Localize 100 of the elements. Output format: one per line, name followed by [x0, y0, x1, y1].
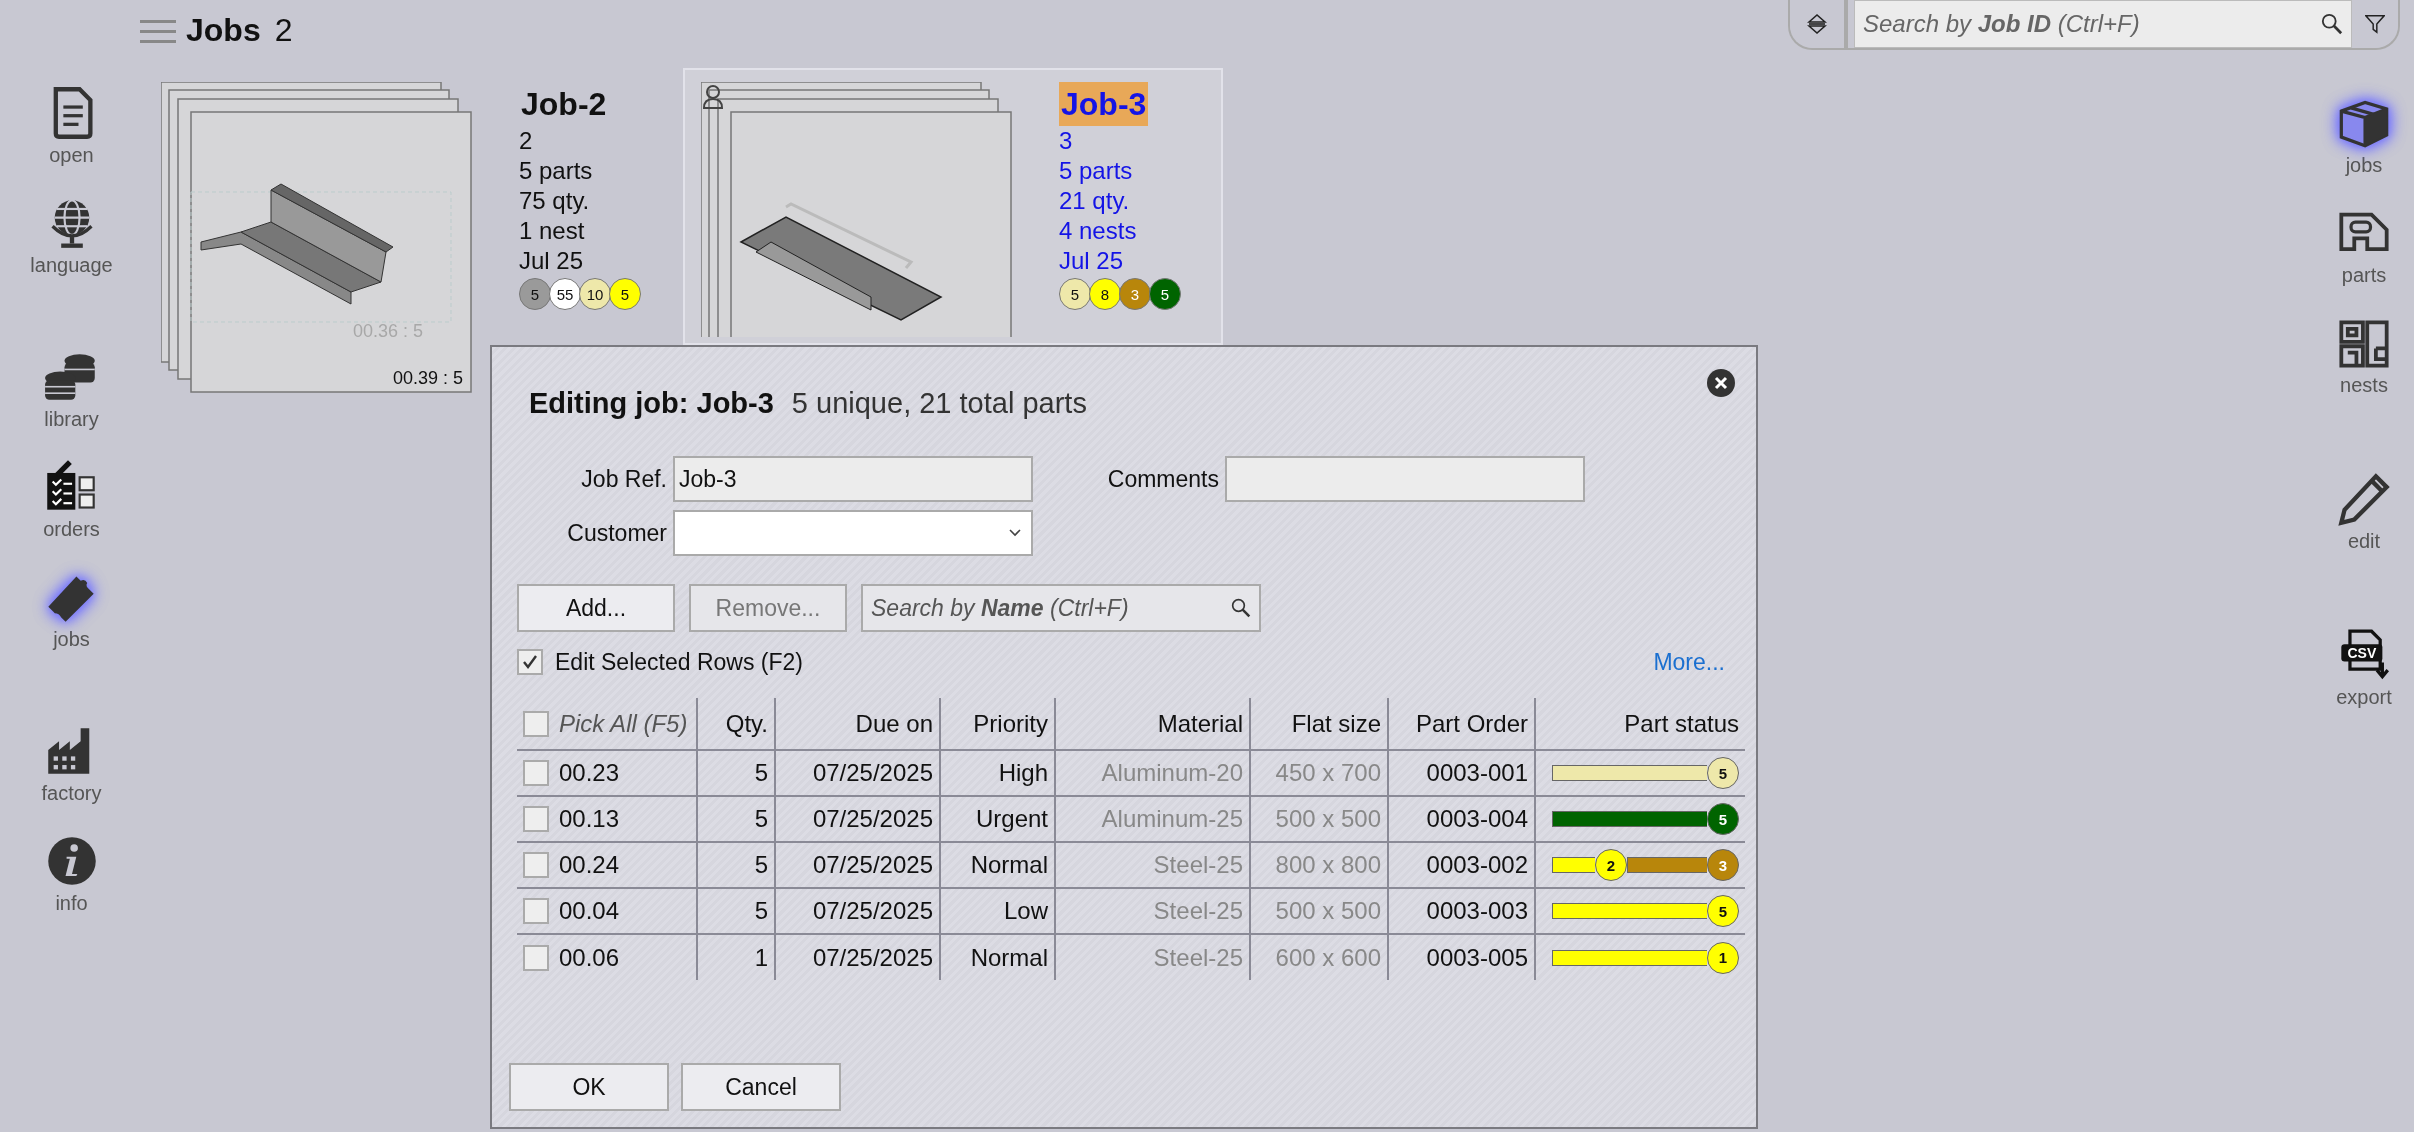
table-cell: 5 [754, 851, 768, 878]
nests-count: 4 nests [1059, 216, 1137, 246]
column-header[interactable]: Qty. [725, 709, 768, 737]
table-cell: 00.13 [559, 805, 620, 833]
status-count: 5 [519, 278, 551, 310]
job-title: Job-3 [1059, 82, 1149, 126]
table-cell: 500 x 500 [1275, 805, 1381, 832]
nav-label: jobs [53, 628, 90, 651]
table-cell: Low [1003, 897, 1048, 924]
caret-icon [1009, 529, 1021, 537]
table-cell: 00.24 [559, 851, 620, 879]
table-cell: 07/25/2025 [812, 759, 933, 786]
column-header[interactable]: Due on [855, 709, 933, 737]
table-cell: 500 x 500 [1275, 897, 1381, 924]
add-button[interactable]: Add... [517, 584, 675, 632]
table-cell: 07/25/2025 [812, 943, 933, 971]
checkbox[interactable] [523, 898, 549, 924]
parts-count: 5 parts [1059, 156, 1133, 186]
table-cell: Steel-25 [1153, 897, 1243, 924]
column-header[interactable]: Part Order [1415, 709, 1528, 737]
column-header[interactable]: Part status [1624, 709, 1739, 737]
table-cell: 0003-005 [1426, 943, 1528, 971]
table-cell: Aluminum-20 [1101, 759, 1243, 786]
status-count: 3 [1119, 278, 1151, 310]
page-title: Jobs [186, 12, 261, 49]
status-count: 5 [1707, 757, 1739, 789]
close-icon [1706, 368, 1736, 398]
sheet-label: 00.39 : 5 [392, 368, 463, 388]
column-header[interactable]: Pick All (F5) [559, 709, 688, 738]
nav-label: edit [2347, 530, 2381, 553]
quantity: 21 qty. [1059, 186, 1130, 216]
table-cell: 0003-003 [1426, 897, 1528, 924]
ok-button[interactable]: OK [509, 1063, 669, 1111]
comments-field[interactable] [1225, 456, 1585, 502]
cancel-button[interactable]: Cancel [681, 1063, 841, 1111]
table-cell: 0003-002 [1426, 851, 1528, 878]
search-icon [2321, 13, 2343, 35]
sort-icon [1807, 13, 1827, 35]
table-cell: High [998, 759, 1048, 786]
field-label: Comments [1106, 465, 1219, 493]
checkbox[interactable] [523, 710, 549, 737]
column-header[interactable]: Material [1157, 709, 1243, 737]
table-cell: 07/25/2025 [812, 897, 933, 924]
status-count: 5 [1059, 278, 1091, 310]
checkbox[interactable] [517, 649, 543, 675]
table-cell: 07/25/2025 [812, 851, 933, 878]
table-cell: 00.06 [559, 943, 620, 972]
table-cell: 5 [754, 897, 768, 924]
nav-label: language [30, 254, 113, 277]
quantity: 75 qty. [519, 186, 590, 216]
nav-label: open [49, 144, 94, 167]
column-header[interactable]: Flat size [1291, 709, 1381, 737]
table-cell: 00.23 [559, 759, 620, 787]
job-count: 2 [274, 12, 293, 49]
nav-label: nests [2340, 374, 2388, 397]
nests-count: 1 nest [519, 216, 585, 246]
job-number: 3 [1059, 126, 1073, 156]
name-search-field[interactable]: Search by Name (Ctrl+F) [861, 584, 1261, 632]
search-field[interactable]: Search by Job ID (Ctrl+F) [1854, 0, 2352, 48]
status-count: 5 [1149, 278, 1181, 310]
field-label: Customer [566, 519, 667, 547]
status-count: 2 [1594, 849, 1627, 881]
nav-label: export [2336, 686, 2392, 709]
table-cell: 07/25/2025 [812, 805, 933, 832]
job-date: Jul 25 [1059, 246, 1124, 276]
job-date: Jul 25 [519, 246, 584, 276]
nav-label: orders [43, 518, 100, 541]
checkbox[interactable] [523, 944, 549, 971]
status-count: 10 [579, 278, 611, 310]
status-count: 1 [1707, 941, 1739, 974]
sort-button[interactable] [1790, 0, 1848, 48]
pencil-icon[interactable] [2337, 472, 2391, 526]
checkbox[interactable] [523, 806, 549, 832]
nav-label: parts [2341, 264, 2387, 287]
job-number: 2 [519, 126, 533, 156]
table-cell: Normal [970, 851, 1048, 878]
status-count: 8 [1089, 278, 1121, 310]
table-cell: 0003-001 [1426, 759, 1528, 786]
table-cell: Steel-25 [1153, 851, 1243, 878]
job-card[interactable]: Job-3 3 5 parts 21 qty. 4 nests Jul 25 5 8 3 5 [683, 68, 1223, 345]
status-count: 5 [1707, 895, 1739, 927]
table-cell: 450 x 700 [1275, 759, 1381, 786]
table-cell: 5 [754, 805, 768, 832]
status-count: 55 [549, 278, 581, 310]
nav-label: info [55, 892, 88, 915]
checkbox[interactable] [523, 852, 549, 878]
field-label: Job Ref. [580, 465, 667, 493]
column-header[interactable]: Priority [973, 709, 1048, 737]
status-bar [1552, 857, 1595, 873]
job-ref-field[interactable]: Job-3 [673, 456, 1033, 502]
table-cell: 00.04 [559, 897, 620, 925]
table-cell: 0003-004 [1426, 805, 1528, 832]
checkbox[interactable] [523, 760, 549, 786]
table-cell: 600 x 600 [1275, 943, 1381, 971]
nav-label: library [44, 408, 99, 431]
table-cell: Aluminum-25 [1101, 805, 1243, 832]
parts-count: 5 parts [519, 156, 593, 186]
table-cell: Steel-25 [1153, 943, 1243, 971]
close-button[interactable] [1706, 367, 1738, 399]
status-count: 3 [1707, 849, 1739, 881]
